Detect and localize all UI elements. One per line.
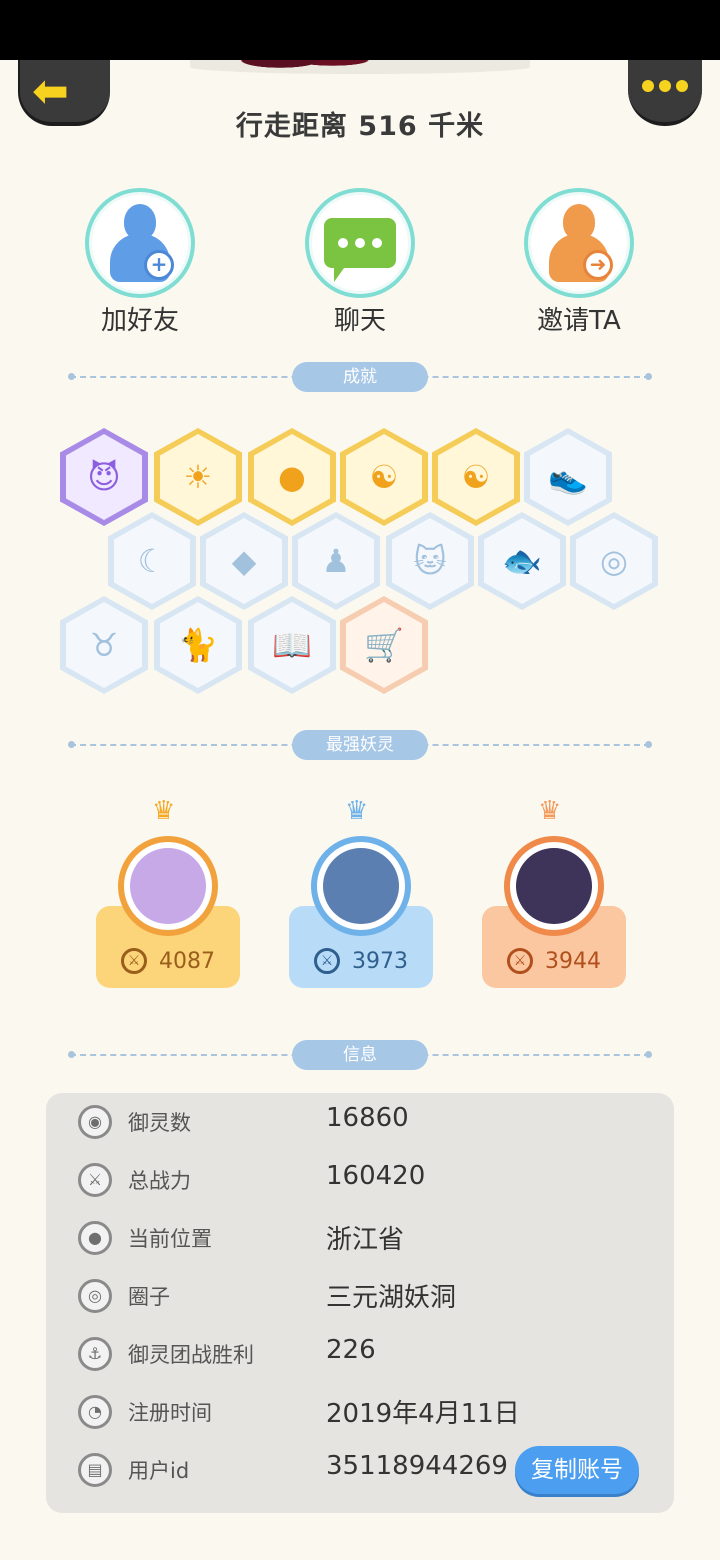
spirit-card-1[interactable]: ♛ ⚔ 4087 (96, 796, 240, 990)
info-value: 226 (326, 1335, 376, 1365)
orange-crown-icon: ♛ (538, 796, 562, 826)
info-value: 浙江省 (326, 1225, 405, 1255)
copy-account-button[interactable]: 复制账号 (515, 1446, 639, 1494)
power-icon: ⚔ (314, 948, 340, 974)
spirit-card-2[interactable]: ♛ ⚔ 3973 (289, 796, 433, 990)
location-pin-icon: ● (78, 1221, 112, 1255)
achievement-crystal-icon[interactable]: ◆ (200, 512, 288, 610)
spirit-score: ⚔ 4087 (96, 948, 240, 974)
achievement-demon-face-icon[interactable]: 😈 (60, 428, 148, 526)
chat-label: 聊天 (333, 306, 386, 336)
power-icon: ⚔ (507, 948, 533, 974)
info-row-register-time: ◔ 注册时间 2019年4月11日 (46, 1383, 674, 1441)
achievement-cat-cart-icon[interactable]: 🛒 (340, 596, 428, 694)
spirit-avatar (311, 836, 411, 936)
info-row-circle: ◎ 圈子 三元湖妖洞 (46, 1267, 674, 1325)
spirit-avatar (504, 836, 604, 936)
invite-button[interactable]: ➜ 邀请TA (509, 188, 649, 337)
spirit-score: ⚔ 3944 (482, 948, 626, 974)
spirit-score: ⚔ 3973 (289, 948, 433, 974)
achievement-moon-icon[interactable]: ☾ (108, 512, 196, 610)
info-row-team-wins: ⚓ 御灵团战胜利 226 (46, 1325, 674, 1383)
sword-icon: ⚔ (78, 1163, 112, 1197)
add-friend-button[interactable]: + 加好友 (70, 188, 210, 337)
info-value: 2019年4月11日 (326, 1399, 520, 1429)
id-card-icon: ▤ (78, 1453, 112, 1487)
achievement-cat-spirit-icon[interactable]: 🐱 (386, 512, 474, 610)
info-value: 三元湖妖洞 (326, 1283, 457, 1313)
blue-crown-icon: ♛ (345, 796, 369, 826)
info-value: 35118944269 (326, 1451, 508, 1481)
info-key: 用户id (128, 1459, 190, 1483)
spirit-avatar (118, 836, 218, 936)
info-row-location: ● 当前位置 浙江省 (46, 1209, 674, 1267)
info-key: 御灵团战胜利 (128, 1343, 254, 1367)
power-icon: ⚔ (121, 948, 147, 974)
achievement-spirit-figure-icon[interactable]: ♟ (292, 512, 380, 610)
chat-button[interactable]: 聊天 (290, 188, 430, 337)
add-friend-icon: + (108, 204, 174, 284)
achievement-sun-compass-icon[interactable]: ☀ (154, 428, 242, 526)
info-key: 圈子 (128, 1285, 170, 1309)
strongest-title: 最强妖灵 (292, 730, 428, 760)
walk-distance: 行走距离 516 千米 (235, 111, 485, 142)
invite-label: 邀请TA (537, 306, 621, 336)
anchor-icon: ⚓ (78, 1337, 112, 1371)
info-title: 信息 (292, 1040, 428, 1070)
achievement-horned-beast-icon[interactable]: ♉ (60, 596, 148, 694)
achievement-fish-icon[interactable]: 🐟 (478, 512, 566, 610)
achievements-title: 成就 (292, 362, 428, 392)
spirit-count-icon: ◉ (78, 1105, 112, 1139)
info-key: 注册时间 (128, 1401, 212, 1425)
spirit-card-3[interactable]: ♛ ⚔ 3944 (482, 796, 626, 990)
add-friend-label: 加好友 (100, 306, 179, 336)
status-bar (0, 0, 720, 60)
invite-icon: ➜ (547, 204, 613, 284)
info-key: 御灵数 (128, 1111, 191, 1135)
more-dots-icon (642, 80, 688, 92)
circle-icon: ◎ (78, 1279, 112, 1313)
achievement-yin-yang-box-icon[interactable]: ☯ (432, 428, 520, 526)
chat-icon (324, 218, 396, 282)
strongest-divider: 最强妖灵 (68, 730, 652, 760)
info-row-spirit-count: ◉ 御灵数 16860 (46, 1093, 674, 1151)
clock-icon: ◔ (78, 1395, 112, 1429)
info-row-total-power: ⚔ 总战力 160420 (46, 1151, 674, 1209)
achievement-yin-yang-comet-icon[interactable]: ☯ (340, 428, 428, 526)
gold-crown-icon: ♛ (152, 796, 176, 826)
info-value: 160420 (326, 1161, 426, 1191)
achievements-divider: 成就 (68, 362, 652, 392)
achievement-cat-statue-icon[interactable]: 🐈 (154, 596, 242, 694)
info-value: 16860 (326, 1103, 409, 1133)
achievement-shield-icon[interactable]: ◎ (570, 512, 658, 610)
hero-figure (220, 60, 370, 78)
achievement-sneaker-icon[interactable]: 👟 (524, 428, 612, 526)
info-divider: 信息 (68, 1040, 652, 1070)
info-key: 总战力 (128, 1169, 191, 1193)
info-panel: ◉ 御灵数 16860 ⚔ 总战力 160420 ● 当前位置 浙江省 ◎ 圈子… (46, 1093, 674, 1513)
achievement-fox-book-icon[interactable]: 📖 (248, 596, 336, 694)
info-key: 当前位置 (128, 1227, 212, 1251)
achievement-golden-egg-icon[interactable]: ● (248, 428, 336, 526)
